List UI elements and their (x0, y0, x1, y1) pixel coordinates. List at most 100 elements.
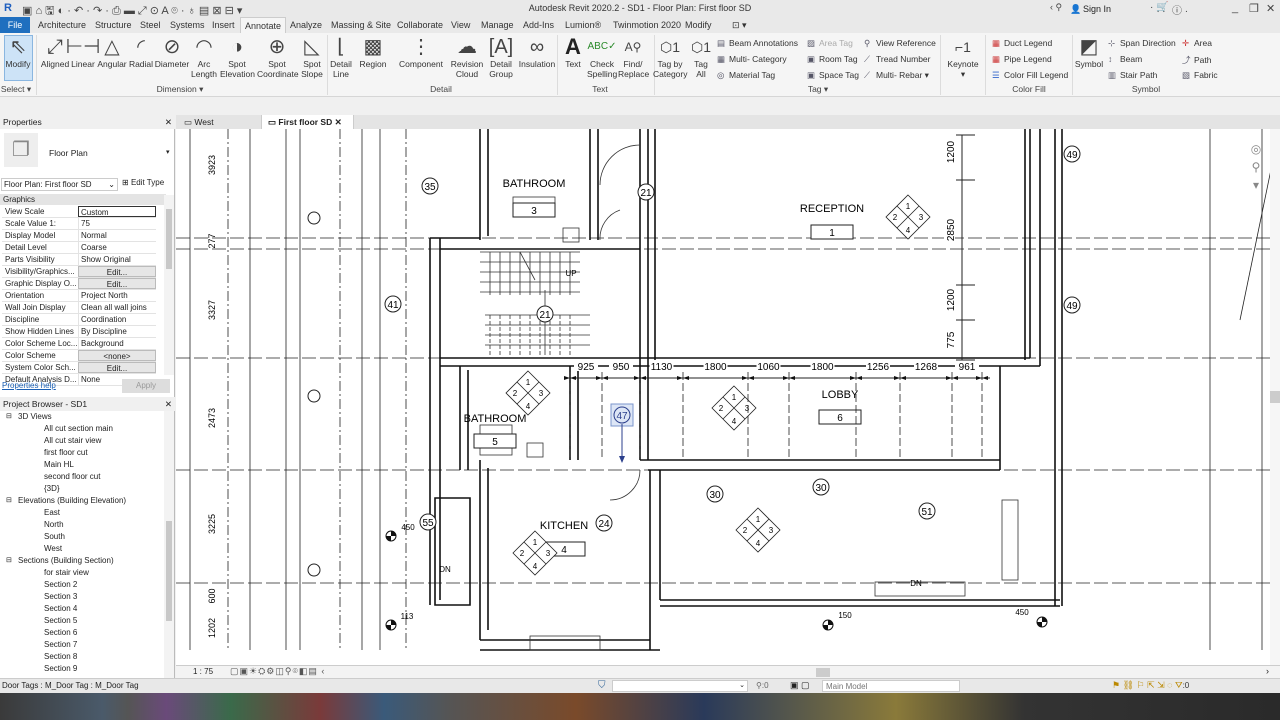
property-value[interactable]: Clean all wall joins (78, 302, 156, 313)
tab-lumion[interactable]: Lumion® (565, 20, 601, 30)
space-tag-button[interactable]: ▣ Space Tag (807, 70, 859, 81)
browser-item[interactable]: North (44, 520, 64, 529)
spot-slope-button[interactable]: ◺ Spot Slope (299, 35, 325, 79)
spot-elevation-symbol[interactable] (385, 619, 397, 631)
tab-collaborate[interactable]: Collaborate (397, 20, 443, 30)
quadrant-tag[interactable]: 12 34 (885, 194, 931, 240)
browser-item[interactable]: Section 7 (44, 640, 77, 649)
tab-file[interactable]: File (0, 17, 30, 33)
region-button[interactable]: ▩ Region (360, 35, 387, 69)
editable-only-indicator[interactable]: ⚲:0 (756, 681, 769, 690)
property-value[interactable]: Coordination (78, 314, 156, 325)
browser-item[interactable]: first floor cut (44, 448, 88, 457)
edit-type-button[interactable]: ⊞ Edit Type (122, 178, 164, 187)
type-dropdown-icon[interactable]: ▾ (166, 148, 170, 156)
spot-elevation-symbol[interactable] (822, 619, 834, 631)
beam-annotations-button[interactable]: ▤ Beam Annotations (717, 38, 798, 49)
scroll-right-icon[interactable]: › (1266, 666, 1269, 676)
design-option-dropdown[interactable]: Main Model (822, 680, 960, 692)
apply-button[interactable]: Apply (122, 379, 170, 393)
graphics-group-header[interactable]: Graphics (0, 194, 166, 205)
navigation-bar[interactable]: ◎ ⚲ ▾ (1246, 140, 1266, 200)
color-fill-legend-button[interactable]: ☰ Color Fill Legend (992, 70, 1068, 81)
spot-elevation-button[interactable]: ◑ Spot Elevation (220, 35, 255, 79)
view-reference-button[interactable]: ⚲ View Reference (864, 38, 936, 49)
property-value[interactable]: Coarse (78, 242, 156, 253)
room-tag[interactable]: 6 (818, 409, 862, 425)
multi-rebar-button[interactable]: ⟋ Multi- Rebar ▾ (864, 70, 929, 81)
properties-scrollbar[interactable] (164, 195, 174, 375)
browser-item[interactable]: South (44, 532, 65, 541)
tab-insert[interactable]: Insert (212, 20, 235, 30)
room-tag[interactable]: 5 (473, 433, 517, 449)
worksets-icon[interactable]: ⛉ (598, 680, 606, 691)
view-scale-button[interactable]: 1 : 75 (193, 667, 213, 676)
keynote-button[interactable]: ⌐1 Keynote ▾ (947, 35, 978, 79)
browser-item[interactable]: Section 3 (44, 592, 77, 601)
dimension-panel-label[interactable]: Dimension ▾ (157, 84, 204, 95)
user-icon[interactable]: 👤 (1070, 4, 1081, 15)
tab-annotate[interactable]: Annotate (240, 17, 287, 34)
browser-item[interactable]: ⊟ 3D Views (6, 412, 52, 421)
area-symbol-button[interactable]: ✛ Area (1182, 38, 1212, 49)
help-icon[interactable]: ⓘ · (1172, 2, 1188, 17)
collapse-icon[interactable]: ⊟ (6, 412, 12, 420)
property-value[interactable]: By Discipline (78, 326, 156, 337)
detail-group-button[interactable]: [A] Detail Group (487, 35, 515, 79)
room-tag-button[interactable]: ▣ Room Tag (807, 54, 858, 65)
room-tag[interactable]: 3 (512, 202, 556, 218)
horizontal-scrollbar-thumb[interactable] (816, 668, 830, 677)
tread-number-button[interactable]: ⟋ Tread Number (864, 54, 930, 65)
property-value[interactable]: Edit... (78, 266, 156, 277)
vertical-scrollbar[interactable] (1270, 129, 1280, 665)
property-value[interactable]: Normal (78, 230, 156, 241)
property-value[interactable]: Background (78, 338, 156, 349)
property-value[interactable]: Custom (78, 206, 156, 217)
door-tag[interactable]: 30 (706, 485, 724, 503)
fabric-button[interactable]: ▧ Fabric (1182, 70, 1218, 81)
browser-item[interactable]: second floor cut (44, 472, 100, 481)
view-control-icons[interactable]: ▢▣☀⛭⚙◫⚲⌾◧▤ ‹ (230, 666, 325, 677)
tab-analyze[interactable]: Analyze (290, 20, 322, 30)
pipe-legend-button[interactable]: ▦ Pipe Legend (992, 54, 1052, 65)
symbol-button[interactable]: ◩ Symbol (1075, 35, 1103, 69)
property-value[interactable]: 75 (78, 218, 156, 229)
cart-icon[interactable]: · 🛒 (1150, 2, 1169, 13)
tag-by-category-button[interactable]: ⬡1 Tag by Category (653, 35, 688, 79)
door-tag[interactable]: 41 (384, 295, 402, 313)
view-tab-first-floor-sd[interactable]: ▭ First floor SD ✕ (262, 115, 354, 129)
tab-architecture[interactable]: Architecture (38, 20, 86, 30)
browser-item[interactable]: Section 2 (44, 580, 77, 589)
door-tag[interactable]: 30 (812, 478, 830, 496)
spot-elevation-symbol[interactable] (385, 530, 397, 542)
find-replace-button[interactable]: A⚲ Find/ Replace (618, 35, 649, 79)
property-value[interactable]: Edit... (78, 278, 156, 289)
linear-dimension-button[interactable]: ⊢⊣ Linear (66, 35, 101, 69)
spot-coordinate-button[interactable]: ⊕ Spot Coordinate (257, 35, 299, 79)
tab-massing-site[interactable]: Massing & Site (331, 20, 391, 30)
tab-systems[interactable]: Systems (170, 20, 205, 30)
browser-item[interactable]: West (44, 544, 62, 553)
browser-item[interactable]: {3D} (44, 484, 60, 493)
close-button[interactable]: ✕ (1266, 2, 1275, 15)
tag-all-button[interactable]: ⬡1 Tag All (691, 35, 711, 79)
door-tag[interactable]: 47 (610, 403, 634, 427)
path-button[interactable]: ⤴ Path (1182, 54, 1212, 66)
check-spelling-button[interactable]: ABC✓ Check Spelling (587, 35, 617, 79)
tab-modify[interactable]: Modify (685, 20, 712, 30)
quadrant-tag[interactable]: 12 34 (735, 507, 781, 553)
angular-dimension-button[interactable]: △ Angular (97, 35, 126, 69)
browser-item[interactable]: Section 5 (44, 616, 77, 625)
door-tag[interactable]: 35 (421, 177, 439, 195)
sign-in-link[interactable]: Sign In (1083, 4, 1111, 14)
arc-length-button[interactable]: ◠ Arc Length (189, 35, 219, 79)
door-tag[interactable]: 21 (637, 183, 655, 201)
browser-item[interactable]: Section 6 (44, 628, 77, 637)
property-value[interactable]: Show Original (78, 254, 156, 265)
drawing-area[interactable]: BATHROOM 3 RECEPTION 1 LOBBY 6 BATHROOM 5 KITCHE… (176, 129, 1280, 665)
detail-line-button[interactable]: ⌊ Detail Line (327, 35, 355, 79)
view-instance-dropdown[interactable]: Floor Plan: First floor SD ⌄ (1, 178, 118, 191)
door-tag[interactable]: 21 (536, 305, 554, 323)
text-button[interactable]: A Text (565, 35, 581, 70)
radial-dimension-button[interactable]: ◜ Radial (129, 35, 153, 69)
